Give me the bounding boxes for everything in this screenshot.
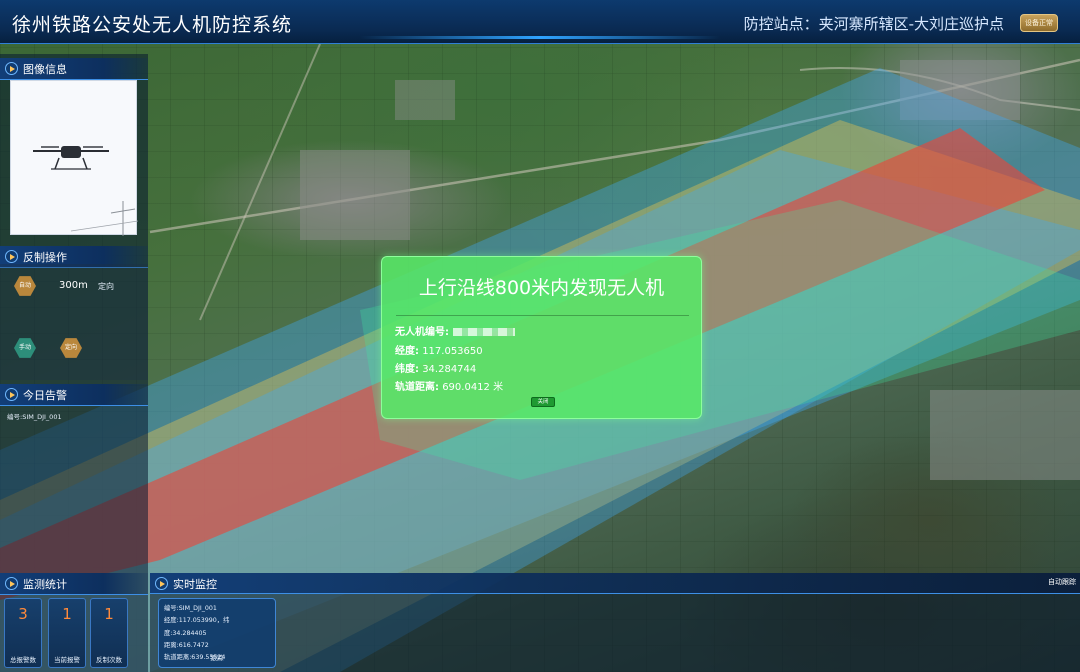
play-icon: [5, 250, 18, 263]
station-name[interactable]: 夹河寨所辖区-大刘庄巡护点: [819, 15, 1004, 33]
stat-current-value: 1: [62, 605, 72, 623]
realtime-title: 实时监控: [173, 578, 217, 591]
play-icon: [5, 62, 18, 75]
stat-total-alarms: 3 总报警数: [4, 598, 42, 668]
monitor-stats-title: 监测统计: [23, 578, 67, 591]
stat-total-label: 总报警数: [10, 656, 36, 664]
play-icon: [5, 388, 18, 401]
alarm-list-item[interactable]: 编号:SIM_DJI_001: [7, 411, 62, 421]
alert-title: 上行沿线800米内发现无人机: [418, 277, 665, 299]
drone-image[interactable]: [10, 80, 139, 236]
town-block: [930, 390, 1080, 480]
station-label: 防控站点：: [743, 15, 819, 33]
stat-counter-count: 1 反制次数: [90, 598, 128, 668]
lat-label: 纬度:: [395, 364, 419, 375]
distance-value: 690.0412 米: [442, 382, 504, 393]
close-button[interactable]: 关闭: [531, 397, 555, 407]
card-drone-id: 编号:SIM_DJI_001: [164, 605, 217, 612]
realtime-header: 实时监控 自动跟踪: [150, 573, 1080, 594]
device-status-badge[interactable]: 设备正常: [1020, 14, 1058, 32]
drone-monitor-card[interactable]: 编号:SIM_DJI_001 经度:117.053990，纬度:34.28440…: [158, 598, 276, 668]
top-header: 徐州铁路公安处无人机防控系统 防控站点：夹河寨所辖区-大刘庄巡护点 设备正常: [0, 0, 1080, 44]
card-coords: 经度:117.053990，纬度:34.284405: [164, 617, 230, 637]
track-button[interactable]: 跟踪: [159, 652, 275, 664]
town-block: [395, 80, 455, 120]
counter-ops-title: 反制操作: [23, 251, 67, 264]
auto-track-toggle[interactable]: 自动跟踪: [1048, 577, 1076, 587]
lon-value: 117.053650: [422, 346, 483, 357]
alert-lat-row: 纬度: 34.284744: [395, 360, 476, 375]
alert-distance-row: 轨道距离: 690.0412 米: [395, 378, 503, 393]
play-icon: [155, 577, 168, 590]
drone-id-label: 无人机编号:: [395, 327, 449, 338]
drone-alert-dialog: 上行沿线800米内发现无人机 无人机编号: 经度: 117.053650 纬度:…: [381, 256, 702, 419]
counter-mode: 定向: [98, 282, 114, 291]
lat-value: 34.284744: [422, 364, 477, 375]
today-alarms-header: 今日告警: [0, 384, 148, 406]
alert-lon-row: 经度: 117.053650: [395, 342, 483, 357]
stat-current-label: 当前报警: [54, 656, 80, 664]
station-info: 防控站点：夹河寨所辖区-大刘庄巡护点: [744, 13, 1004, 34]
image-info-header: 图像信息: [0, 58, 148, 80]
play-icon: [5, 577, 18, 590]
card-distance: 距离:616.7472: [164, 641, 209, 649]
stat-total-value: 3: [18, 605, 28, 623]
alert-divider: [396, 315, 689, 316]
stat-counter-label: 反制次数: [96, 656, 122, 664]
image-info-title: 图像信息: [23, 63, 67, 76]
drone-icon: [33, 146, 139, 236]
alert-drone-id-row: 无人机编号:: [395, 323, 515, 338]
stat-current-alarms: 1 当前报警: [48, 598, 86, 668]
monitor-stats-header: 监测统计: [0, 573, 148, 595]
redacted-drone-id: [453, 328, 515, 336]
distance-label: 轨道距离:: [395, 382, 439, 393]
system-title: 徐州铁路公安处无人机防控系统: [12, 14, 293, 36]
town-block: [300, 150, 410, 240]
stat-counter-value: 1: [104, 605, 114, 623]
lon-label: 经度:: [395, 346, 419, 357]
counter-range: 300m: [59, 280, 88, 291]
today-alarms-title: 今日告警: [23, 389, 67, 402]
